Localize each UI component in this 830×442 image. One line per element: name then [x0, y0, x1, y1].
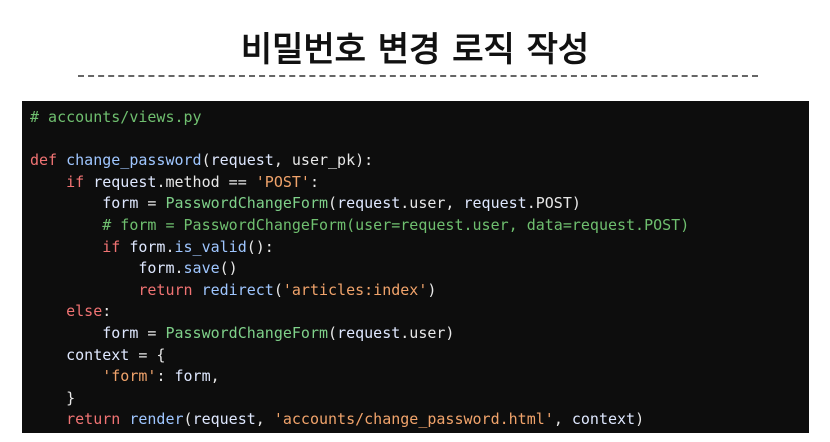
code-block: # accounts/views.py def change_password(… — [22, 101, 809, 433]
code-comment: # accounts/views.py — [30, 108, 202, 126]
code-line-10: else: — [66, 302, 112, 321]
code-line-13: 'form': form, — [102, 367, 220, 386]
code-line-11: form = PasswordChangeForm(request.user) — [102, 323, 455, 342]
code-line-3: def change_password(request, user_pk): — [30, 151, 374, 170]
code-line-7: if form.is_valid(): — [102, 237, 274, 256]
code-line-4: if request.method == 'POST': — [66, 172, 319, 191]
code-line-5: form = PasswordChangeForm(request.user, … — [102, 194, 581, 213]
code-line-1: # accounts/views.py — [30, 108, 202, 126]
dashed-divider — [78, 75, 758, 77]
code-line-6: # form = PasswordChangeForm(user=request… — [30, 215, 690, 234]
code-line-14: } — [30, 388, 76, 407]
slide-title: 비밀번호 변경 로직 작성 — [240, 30, 590, 70]
code-line-8: form.save() — [138, 259, 238, 278]
code-line-12: context = { — [66, 345, 166, 364]
code-line-15: return render(request, 'accounts/change_… — [66, 410, 645, 429]
code-line-9: return redirect('articles:index') — [138, 280, 437, 299]
code-content: # accounts/views.py def change_password(… — [22, 101, 809, 431]
